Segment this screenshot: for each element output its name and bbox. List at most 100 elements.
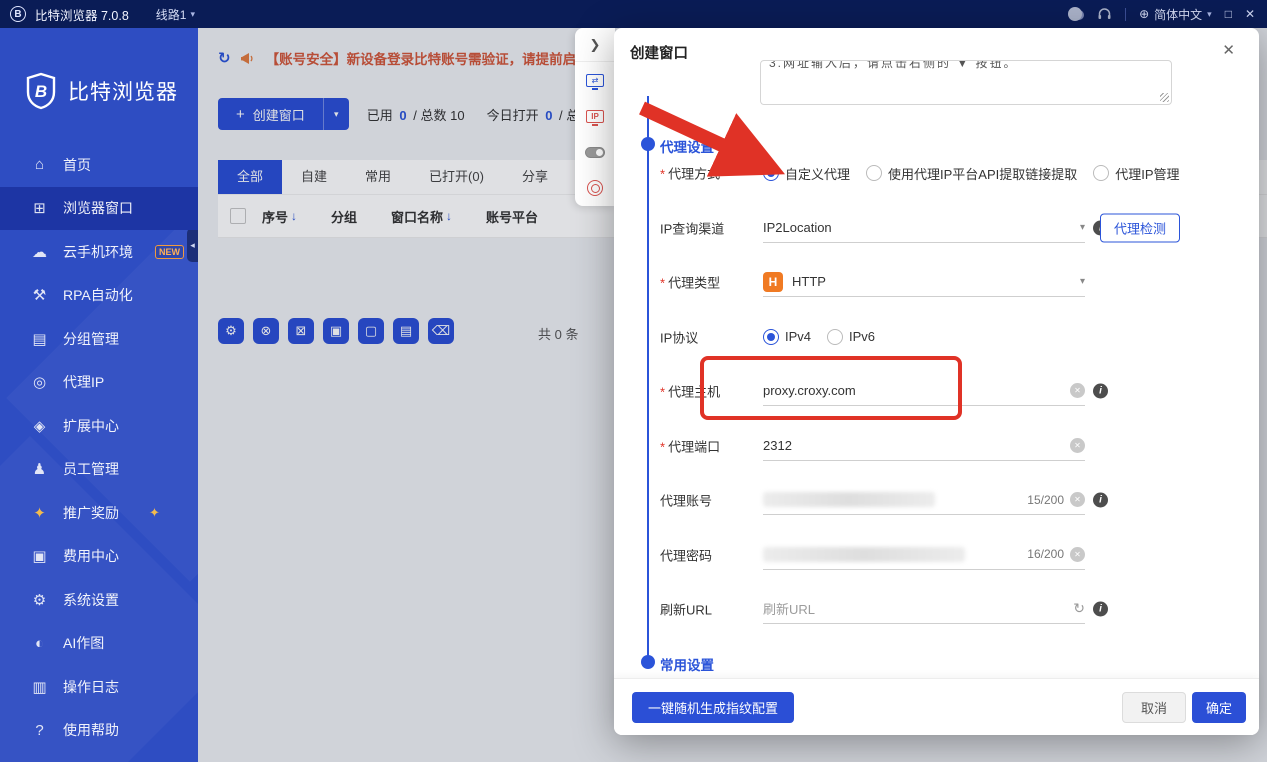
proxy-port-control[interactable]: 2312 ✕ xyxy=(763,431,1085,461)
radio-icon[interactable] xyxy=(866,165,883,182)
sidebar-item-cloud-phone[interactable]: ☁ 云手机环境 NEW xyxy=(0,230,198,274)
sidebar-item-rpa[interactable]: ⚒ RPA自动化 xyxy=(0,274,198,318)
info-wrap: i xyxy=(1093,383,1108,399)
cancel-button[interactable]: 取消 xyxy=(1122,692,1186,723)
note-textarea[interactable]: 3.网址输入后，请点击右侧的 ▼ 按钮。 xyxy=(760,60,1172,105)
sidebar-item-billing-center[interactable]: ▣ 费用中心 xyxy=(0,535,198,579)
support-headset-icon[interactable] xyxy=(1096,6,1112,22)
line-selector[interactable]: 线路1 ▾ xyxy=(156,6,195,23)
sidebar-item-help[interactable]: ? 使用帮助 xyxy=(0,709,198,753)
proxy-host-control[interactable]: proxy.croxy.com ✕ xyxy=(763,376,1085,407)
clear-icon[interactable]: ✕ xyxy=(1070,383,1085,399)
confirm-button[interactable]: 确定 xyxy=(1192,692,1246,723)
char-counter: 16/200 xyxy=(1027,547,1064,562)
generate-fingerprint-button[interactable]: 一键随机生成指纹配置 xyxy=(632,692,795,723)
field-row-proxy-account: 代理账号 15/200 ✕ i xyxy=(614,473,1259,528)
field-right-icons: ✕ xyxy=(1070,383,1085,399)
field-row-proxy-method: * 代理方式 自定义代理 使用代理IP平台API提取链接提取 代理IP管理 xyxy=(614,146,1259,201)
sidebar-item-label: 扩展中心 xyxy=(63,417,119,434)
sidebar-item-label: 操作日志 xyxy=(63,678,119,695)
field-row-proxy-host: * 代理主机 proxy.croxy.com ✕ i xyxy=(614,364,1259,419)
field-right-icons: 16/200 ✕ xyxy=(1027,546,1085,562)
sync-window-button[interactable]: ⇄ xyxy=(575,62,615,98)
browser-window-icon: ⊞ xyxy=(33,200,46,218)
sidebar-item-ai-draw[interactable]: ◐ AI作图 xyxy=(0,622,198,666)
sidebar-item-extension-center[interactable]: ◈ 扩展中心 xyxy=(0,404,198,448)
clear-icon[interactable]: ✕ xyxy=(1070,437,1085,453)
sidebar-item-staff-manage[interactable]: ♟ 员工管理 xyxy=(0,448,198,492)
ip-query-channel-control[interactable]: IP2Location ▾ xyxy=(763,213,1085,243)
minimize-button[interactable]: □ xyxy=(1225,7,1232,21)
close-app-button[interactable]: ✕ xyxy=(1245,7,1255,21)
ip-protocol-option[interactable]: IPv6 xyxy=(827,328,875,345)
sidebar-item-system-settings[interactable]: ⚙ 系统设置 xyxy=(0,578,198,622)
sidebar-item-browser-window[interactable]: ⊞ 浏览器窗口 xyxy=(0,186,198,230)
group-manage-icon: ▤ xyxy=(32,330,47,348)
sidebar-item-proxy-ip[interactable]: ◎ 代理IP xyxy=(0,361,198,405)
toggle-icon xyxy=(585,146,605,158)
title-bar: B 比特浏览器 7.0.8 线路1 ▾ ⊕ 简体中文 ▾ □ ✕ xyxy=(0,0,1267,28)
radio-icon[interactable] xyxy=(827,328,844,345)
sidebar-item-label: 云手机环境 xyxy=(63,243,133,260)
chevron-down-icon: ▾ xyxy=(190,8,195,19)
sidebar-item-label: 费用中心 xyxy=(63,548,119,565)
globe-icon: ⊕ xyxy=(1139,7,1150,21)
field-label-proxy-method: * 代理方式 xyxy=(660,166,721,182)
sidebar-item-promo-reward[interactable]: ✦ 推广奖励 ✦ xyxy=(0,491,198,535)
refresh-url-icon[interactable]: ↻ xyxy=(1073,600,1085,617)
staff-manage-icon: ♟ xyxy=(32,461,47,479)
ip-protocol-control[interactable]: IPv4 IPv6 xyxy=(763,322,1085,352)
info-icon[interactable]: i xyxy=(1093,492,1108,508)
sparkle-icon: ✦ xyxy=(149,504,160,520)
language-selector[interactable]: ⊕ 简体中文 ▾ xyxy=(1139,6,1212,23)
language-label: 简体中文 xyxy=(1154,7,1203,22)
proxy-account-control[interactable]: 15/200 ✕ xyxy=(763,485,1085,516)
radio-icon[interactable] xyxy=(1093,165,1110,182)
app-logo-icon: B xyxy=(10,6,26,22)
radio-icon[interactable] xyxy=(763,328,779,345)
section-common-title: 常用设置 xyxy=(660,658,714,673)
proxy-check-button[interactable]: 代理检测 xyxy=(1100,213,1180,243)
sidebar-item-operation-log[interactable]: ▥ 操作日志 xyxy=(0,665,198,709)
proxy-method-control[interactable]: 自定义代理 使用代理IP平台API提取链接提取 代理IP管理 xyxy=(763,158,1180,188)
field-label-ip-protocol: IP协议 xyxy=(660,330,699,346)
field-row-ip-protocol: IP协议 IPv4 IPv6 xyxy=(614,310,1259,365)
proxy-method-option[interactable]: 使用代理IP平台API提取链接提取 xyxy=(866,164,1077,183)
note-text: 3.网址输入后，请点击右侧的 ▼ 按钮。 xyxy=(769,60,1018,70)
sidebar-item-label: 浏览器窗口 xyxy=(63,200,133,217)
chevron-down-icon[interactable]: ▾ xyxy=(1080,276,1085,287)
sidebar-item-home[interactable]: ⌂ 首页 xyxy=(0,143,198,187)
clear-icon[interactable]: ✕ xyxy=(1070,492,1085,508)
toggle-button[interactable] xyxy=(575,134,615,170)
field-row-ip-query-channel: IP查询渠道IP2Location▾i代理检测 xyxy=(614,201,1259,256)
info-icon[interactable]: i xyxy=(1093,601,1108,617)
proxy-type-badge-icon: H xyxy=(763,271,783,292)
proxy-password-control[interactable]: 16/200 ✕ xyxy=(763,540,1085,570)
redacted-value xyxy=(763,492,935,508)
proxy-method-option[interactable]: 自定义代理 xyxy=(763,164,850,183)
field-label-ip-query-channel: IP查询渠道 xyxy=(660,221,725,237)
proxy-type-control[interactable]: H HTTP ▾ xyxy=(763,267,1085,298)
quick-toolbar: ❯ ⇄ IP xyxy=(575,28,615,206)
promo-reward-icon: ✦ xyxy=(33,504,46,522)
clear-icon[interactable]: ✕ xyxy=(1070,546,1085,562)
field-row-proxy-port: * 代理端口 2312 ✕ xyxy=(614,419,1259,474)
divider xyxy=(1125,7,1127,21)
info-icon[interactable]: i xyxy=(1093,383,1108,399)
sidebar-item-group-manage[interactable]: ▤ 分组管理 xyxy=(0,317,198,361)
sidebar-item-label: 代理IP xyxy=(63,374,105,391)
sidebar-item-label: 首页 xyxy=(63,156,91,173)
proxy-ip-button[interactable]: IP xyxy=(575,98,615,134)
toolbar-expand-button[interactable]: ❯ xyxy=(575,28,615,62)
proxy-method-option[interactable]: 代理IP管理 xyxy=(1093,164,1180,183)
radio-icon[interactable] xyxy=(763,165,779,182)
app-title: 比特浏览器 7.0.8 xyxy=(35,8,129,23)
chevron-down-icon[interactable]: ▾ xyxy=(1080,222,1085,233)
avatar[interactable] xyxy=(1067,6,1083,22)
resize-handle-icon[interactable] xyxy=(1160,93,1169,102)
sidebar-menu: ⌂ 首页 ⊞ 浏览器窗口 ☁ 云手机环境 NEW ⚒ RPA自动化 ▤ 分组管理 ◎ 代理IP ◈ 扩展中心… xyxy=(0,143,198,752)
sidebar: B 比特浏览器 ◂ ⌂ 首页 ⊞ 浏览器窗口 ☁ 云手机环境 NEW ⚒ RPA自动化 ▤ 分组管理… xyxy=(0,28,198,762)
refresh-url-control[interactable]: 刷新URL ↻ xyxy=(763,594,1085,625)
ip-protocol-option[interactable]: IPv4 xyxy=(763,328,811,345)
fingerprint-button[interactable] xyxy=(575,170,615,206)
